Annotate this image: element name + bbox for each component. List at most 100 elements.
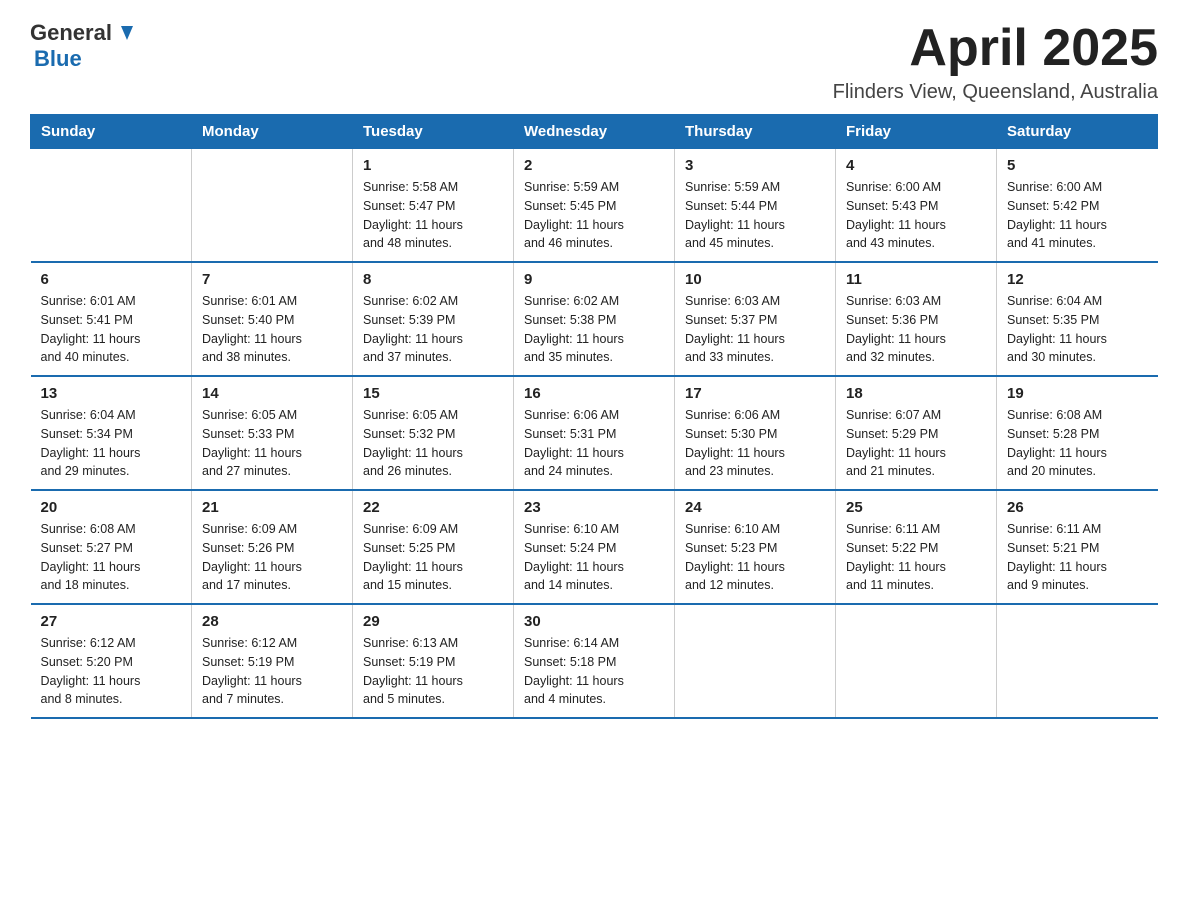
day-info: Sunrise: 5:58 AM Sunset: 5:47 PM Dayligh… [363,178,503,253]
day-number: 29 [363,613,503,630]
day-info: Sunrise: 6:02 AM Sunset: 5:38 PM Dayligh… [524,292,664,367]
calendar-cell [997,604,1158,718]
day-number: 15 [363,385,503,402]
calendar-cell: 29Sunrise: 6:13 AM Sunset: 5:19 PM Dayli… [353,604,514,718]
calendar-cell [836,604,997,718]
day-info: Sunrise: 6:11 AM Sunset: 5:22 PM Dayligh… [846,520,986,595]
day-number: 5 [1007,157,1148,174]
day-info: Sunrise: 6:01 AM Sunset: 5:40 PM Dayligh… [202,292,342,367]
calendar-cell [31,149,192,263]
day-number: 4 [846,157,986,174]
day-number: 7 [202,271,342,288]
weekday-header-tuesday: Tuesday [353,115,514,149]
day-number: 23 [524,499,664,516]
day-number: 21 [202,499,342,516]
calendar-cell [675,604,836,718]
day-number: 17 [685,385,825,402]
calendar-week-row: 6 Sunrise: 6:01 AM Sunset: 5:41 PM Daylig… [31,262,1158,376]
calendar-week-row: 27 Sunrise: 6:12 AM Sunset: 5:20 PM Dayli… [31,604,1158,718]
day-info: Sunrise: 5:59 AM Sunset: 5:44 PM Dayligh… [685,178,825,253]
day-info: Sunrise: 6:10 AM Sunset: 5:24 PM Dayligh… [524,520,664,595]
calendar-cell: 8 Sunrise: 6:02 AM Sunset: 5:39 PM Daylig… [353,262,514,376]
calendar-cell: 2 Sunrise: 5:59 AM Sunset: 5:45 PM Daylig… [514,149,675,263]
day-number: 25 [846,499,986,516]
weekday-header-wednesday: Wednesday [514,115,675,149]
day-number: 3 [685,157,825,174]
day-number: 1 [363,157,503,174]
calendar-cell: 5 Sunrise: 6:00 AM Sunset: 5:42 PM Daylig… [997,149,1158,263]
day-number: 13 [41,385,182,402]
logo: General Blue [30,20,138,72]
day-number: 28 [202,613,342,630]
calendar-week-row: 13 Sunrise: 6:04 AM Sunset: 5:34 PM Dayli… [31,376,1158,490]
header-right: April 2025 Flinders View, Queensland, Au… [833,20,1158,104]
calendar-cell: 26 Sunrise: 6:11 AM Sunset: 5:21 PM Dayli… [997,490,1158,604]
day-number: 8 [363,271,503,288]
weekday-header-sunday: Sunday [31,115,192,149]
calendar-cell: 28 Sunrise: 6:12 AM Sunset: 5:19 PM Dayli… [192,604,353,718]
day-info: Sunrise: 6:05 AM Sunset: 5:33 PM Dayligh… [202,406,342,481]
day-number: 16 [524,385,664,402]
day-info: Sunrise: 6:08 AM Sunset: 5:28 PM Dayligh… [1007,406,1148,481]
calendar-cell: 24 Sunrise: 6:10 AM Sunset: 5:23 PM Dayli… [675,490,836,604]
weekday-header-saturday: Saturday [997,115,1158,149]
calendar-cell: 4 Sunrise: 6:00 AM Sunset: 5:43 PM Daylig… [836,149,997,263]
calendar-cell: 6 Sunrise: 6:01 AM Sunset: 5:41 PM Daylig… [31,262,192,376]
day-number: 11 [846,271,986,288]
logo-general-text: General [30,20,112,46]
weekday-header-friday: Friday [836,115,997,149]
weekday-header-monday: Monday [192,115,353,149]
day-number: 27 [41,613,182,630]
day-info: Sunrise: 6:11 AM Sunset: 5:21 PM Dayligh… [1007,520,1148,595]
day-info: Sunrise: 5:59 AM Sunset: 5:45 PM Dayligh… [524,178,664,253]
day-info: Sunrise: 6:12 AM Sunset: 5:20 PM Dayligh… [41,634,182,709]
day-info: Sunrise: 6:02 AM Sunset: 5:39 PM Dayligh… [363,292,503,367]
day-number: 2 [524,157,664,174]
day-number: 6 [41,271,182,288]
calendar-cell: 7 Sunrise: 6:01 AM Sunset: 5:40 PM Daylig… [192,262,353,376]
calendar-cell: 10Sunrise: 6:03 AM Sunset: 5:37 PM Dayli… [675,262,836,376]
calendar-cell: 17 Sunrise: 6:06 AM Sunset: 5:30 PM Dayli… [675,376,836,490]
day-info: Sunrise: 6:00 AM Sunset: 5:43 PM Dayligh… [846,178,986,253]
calendar-cell: 1 Sunrise: 5:58 AM Sunset: 5:47 PM Daylig… [353,149,514,263]
day-number: 19 [1007,385,1148,402]
day-info: Sunrise: 6:04 AM Sunset: 5:35 PM Dayligh… [1007,292,1148,367]
day-info: Sunrise: 6:01 AM Sunset: 5:41 PM Dayligh… [41,292,182,367]
weekday-header-thursday: Thursday [675,115,836,149]
day-info: Sunrise: 6:06 AM Sunset: 5:30 PM Dayligh… [685,406,825,481]
day-info: Sunrise: 6:10 AM Sunset: 5:23 PM Dayligh… [685,520,825,595]
day-info: Sunrise: 6:00 AM Sunset: 5:42 PM Dayligh… [1007,178,1148,253]
logo-triangle-icon [116,22,138,44]
calendar-cell: 9 Sunrise: 6:02 AM Sunset: 5:38 PM Daylig… [514,262,675,376]
day-info: Sunrise: 6:12 AM Sunset: 5:19 PM Dayligh… [202,634,342,709]
calendar-cell [192,149,353,263]
calendar-cell: 3 Sunrise: 5:59 AM Sunset: 5:44 PM Daylig… [675,149,836,263]
day-number: 14 [202,385,342,402]
day-info: Sunrise: 6:09 AM Sunset: 5:25 PM Dayligh… [363,520,503,595]
calendar-week-row: 20 Sunrise: 6:08 AM Sunset: 5:27 PM Dayli… [31,490,1158,604]
day-info: Sunrise: 6:04 AM Sunset: 5:34 PM Dayligh… [41,406,182,481]
day-number: 20 [41,499,182,516]
calendar-cell: 21Sunrise: 6:09 AM Sunset: 5:26 PM Dayli… [192,490,353,604]
calendar-body: 1 Sunrise: 5:58 AM Sunset: 5:47 PM Daylig… [31,149,1158,719]
calendar-table: SundayMondayTuesdayWednesdayThursdayFrid… [30,114,1158,719]
calendar-cell: 30Sunrise: 6:14 AM Sunset: 5:18 PM Dayli… [514,604,675,718]
day-number: 30 [524,613,664,630]
day-number: 10 [685,271,825,288]
day-number: 9 [524,271,664,288]
calendar-cell: 20 Sunrise: 6:08 AM Sunset: 5:27 PM Dayli… [31,490,192,604]
calendar-week-row: 1 Sunrise: 5:58 AM Sunset: 5:47 PM Daylig… [31,149,1158,263]
day-number: 24 [685,499,825,516]
day-info: Sunrise: 6:08 AM Sunset: 5:27 PM Dayligh… [41,520,182,595]
calendar-header: SundayMondayTuesdayWednesdayThursdayFrid… [31,115,1158,149]
day-info: Sunrise: 6:06 AM Sunset: 5:31 PM Dayligh… [524,406,664,481]
day-number: 22 [363,499,503,516]
calendar-cell: 14 Sunrise: 6:05 AM Sunset: 5:33 PM Dayli… [192,376,353,490]
location-text: Flinders View, Queensland, Australia [833,81,1158,104]
day-info: Sunrise: 6:05 AM Sunset: 5:32 PM Dayligh… [363,406,503,481]
calendar-cell: 18Sunrise: 6:07 AM Sunset: 5:29 PM Dayli… [836,376,997,490]
calendar-cell: 27 Sunrise: 6:12 AM Sunset: 5:20 PM Dayli… [31,604,192,718]
calendar-cell: 25 Sunrise: 6:11 AM Sunset: 5:22 PM Dayli… [836,490,997,604]
day-number: 26 [1007,499,1148,516]
calendar-cell: 16 Sunrise: 6:06 AM Sunset: 5:31 PM Dayli… [514,376,675,490]
